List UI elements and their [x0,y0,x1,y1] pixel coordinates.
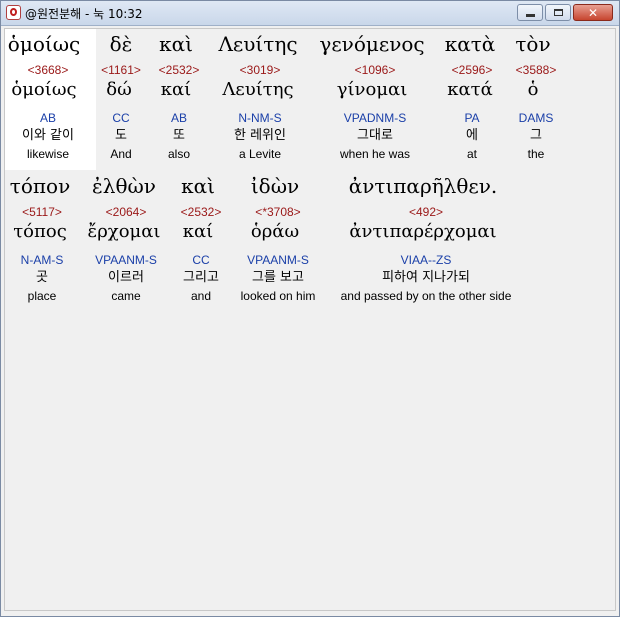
lemma: ὁ [527,79,539,100]
word-column[interactable]: καὶ [159,32,193,56]
word-column[interactable]: καὶ [181,174,215,198]
english-gloss: place [27,289,57,303]
close-button[interactable]: ✕ [573,4,613,21]
parsing-code[interactable]: DAMS [519,111,554,125]
lemma: Λευίτης [222,79,294,100]
greek-word: κατὰ [444,32,496,56]
lemma: ἀντιπαρέρχομαι [349,221,497,242]
greek-word: τὸν [515,32,551,56]
word-column[interactable]: Λευίτης [218,32,297,56]
greek-word: γενόμενος [319,32,425,56]
strong-number[interactable]: <*3708> [255,205,300,219]
english-gloss: at [466,147,478,161]
minimize-button[interactable] [517,4,543,21]
strong-number[interactable]: <3019> [240,63,281,77]
parsing-code[interactable]: AB [171,111,187,125]
word-column[interactable]: ἀντιπαρῆλθεν. [349,174,498,198]
strong-number[interactable]: <2064> [106,205,147,219]
greek-word: ἀντιπαρῆλθεν. [348,174,498,198]
interlinear-panel: ὁμοίως δὲ καὶ Λευίτης γενόμενος κατὰ τὸν… [4,28,616,611]
greek-word: καὶ [159,32,193,56]
greek-word: ἐλθὼν [92,174,156,198]
english-gloss: and passed by on the other side [340,289,512,303]
word-column[interactable]: τὸν [515,32,550,56]
strong-number[interactable]: <2596> [452,63,493,77]
word-column[interactable]: κατὰ [445,32,496,56]
word-column[interactable]: ἰδὼν [251,174,299,198]
app-icon [6,5,21,20]
english-gloss: came [111,289,141,303]
lemma: γίνομαι [336,79,408,100]
lemma: κατά [447,79,493,100]
word-column[interactable]: ἐλθὼν [92,174,156,198]
word-column[interactable]: δὲ [110,32,133,56]
english-gloss: the [527,147,545,161]
lemma: ὁμοίως [11,79,77,100]
lemma: ὁράω [250,221,300,242]
greek-word: Λευίτης [218,32,298,56]
window-title: @원전분해 - 눅 10:32 [25,7,143,21]
strong-number[interactable]: <2532> [159,63,200,77]
parsing-code[interactable]: CC [112,111,129,125]
english-gloss: and [190,289,212,303]
korean-gloss: 한 레위인 [234,128,286,143]
strong-number[interactable]: <3588> [516,63,557,77]
parsing-code[interactable]: AB [40,111,56,125]
korean-gloss: 이르러 [108,270,144,285]
maximize-button[interactable] [545,4,571,21]
parsing-code[interactable]: N-AM-S [21,253,64,267]
lemma: τόπος [13,221,67,242]
parsing-code[interactable]: CC [192,253,209,267]
window-controls: ✕ [517,4,613,22]
korean-gloss: 곳 [36,270,48,285]
parsing-code[interactable]: VPADNM-S [344,111,406,125]
korean-gloss: 그 [530,128,542,143]
strong-number[interactable]: <1161> [101,63,141,77]
english-gloss: also [167,147,191,161]
english-gloss: And [110,147,132,161]
title-bar[interactable]: @원전분해 - 눅 10:32 ✕ [1,1,619,26]
korean-gloss: 또 [173,128,185,143]
strong-number[interactable]: <1096> [355,63,396,77]
greek-word: καὶ [181,174,215,198]
strong-number[interactable]: <3668> [28,63,69,77]
word-column[interactable]: γενόμενος [319,32,424,56]
parsing-code[interactable]: PA [464,111,479,125]
word-column[interactable]: τόπον [10,174,70,198]
parsing-code[interactable]: VIAA--ZS [401,253,452,267]
korean-gloss: 피하여 지나가되 [382,270,470,285]
korean-gloss: 그리고 [183,270,219,285]
korean-gloss: 그대로 [357,128,393,143]
greek-word: τόπον [9,174,71,198]
close-icon: ✕ [587,5,599,20]
greek-word: δὲ [109,32,133,56]
lemma: δώ [106,79,132,100]
korean-gloss: 도 [115,128,127,143]
korean-gloss: 에 [466,128,478,143]
greek-word: ὁμοίως [7,32,81,56]
strong-number[interactable]: <492> [409,205,443,219]
parsing-code[interactable]: VPAANM-S [247,253,309,267]
english-gloss: a Levite [238,147,282,161]
english-gloss: looked on him [240,289,316,303]
word-column[interactable]: ὁμοίως [8,32,80,56]
english-gloss: when he was [339,147,411,161]
korean-gloss: 그를 보고 [252,270,304,285]
lemma: ἔρχομαι [87,221,161,242]
app-window: @원전분해 - 눅 10:32 ✕ ὁμοίως δὲ καὶ Λευίτης … [0,0,620,617]
english-gloss: likewise [26,147,70,161]
lemma: καί [160,79,192,100]
parsing-code[interactable]: VPAANM-S [95,253,157,267]
lemma: καί [182,221,214,242]
maximize-icon [553,9,563,16]
korean-gloss: 이와 같이 [22,128,74,143]
strong-number[interactable]: <5117> [22,205,62,219]
greek-word: ἰδὼν [250,174,300,198]
strong-number[interactable]: <2532> [181,205,222,219]
parsing-code[interactable]: N-NM-S [238,111,281,125]
minimize-icon [525,13,535,17]
